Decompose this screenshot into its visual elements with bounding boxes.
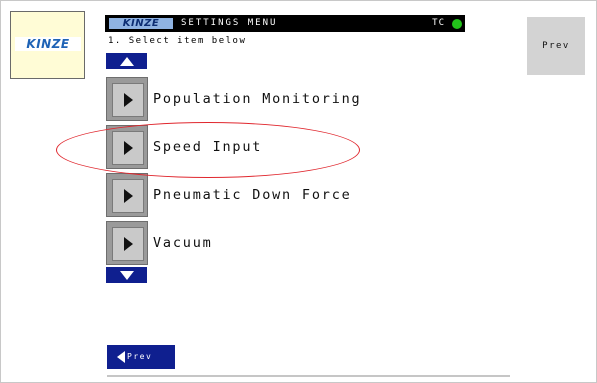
prev-button-top[interactable]: Prev xyxy=(527,17,585,75)
instruction-text: 1. Select item below xyxy=(108,36,247,46)
triangle-left-icon xyxy=(117,351,125,363)
tc-status-label: TC xyxy=(432,18,445,28)
bottom-divider xyxy=(107,375,510,377)
menu-item-label: Vacuum xyxy=(153,235,213,251)
pneumatic-down-force-select-button[interactable] xyxy=(106,173,148,217)
triangle-right-icon xyxy=(124,237,133,251)
prev-button-bottom[interactable]: Prev xyxy=(107,345,175,369)
triangle-down-icon xyxy=(120,271,134,280)
triangle-up-icon xyxy=(120,57,134,66)
scroll-down-button[interactable] xyxy=(106,267,147,283)
population-monitoring-select-button[interactable] xyxy=(106,77,148,121)
select-arrow-box xyxy=(112,83,144,117)
select-arrow-box xyxy=(112,179,144,213)
menu-item-label: Population Monitoring xyxy=(153,91,362,107)
logo-text: KINZE xyxy=(15,37,81,51)
triangle-right-icon xyxy=(124,93,133,107)
title-bar: KINZE SETTINGS MENU TC xyxy=(105,15,465,32)
page-title: SETTINGS MENU xyxy=(181,18,278,28)
title-bar-logo: KINZE xyxy=(109,18,173,29)
menu-item-population-monitoring[interactable]: Population Monitoring xyxy=(106,77,426,121)
scroll-up-button[interactable] xyxy=(106,53,147,69)
menu-item-vacuum[interactable]: Vacuum xyxy=(106,221,426,265)
menu-item-pneumatic-down-force[interactable]: Pneumatic Down Force xyxy=(106,173,426,217)
kinze-logo: KINZE xyxy=(10,11,85,79)
vacuum-select-button[interactable] xyxy=(106,221,148,265)
prev-button-label: Prev xyxy=(127,352,153,361)
status-indicator-icon xyxy=(452,19,462,29)
select-arrow-box xyxy=(112,227,144,261)
highlight-ellipse xyxy=(56,122,360,178)
menu-item-label: Pneumatic Down Force xyxy=(153,187,352,203)
triangle-right-icon xyxy=(124,189,133,203)
